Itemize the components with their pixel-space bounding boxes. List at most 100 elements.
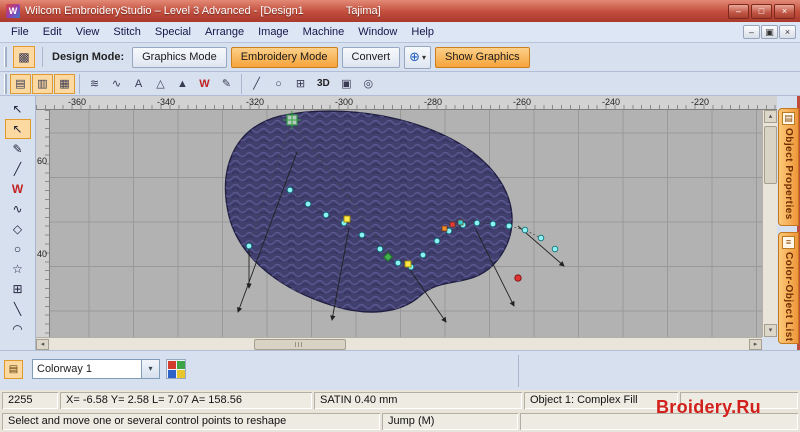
separator <box>79 73 80 94</box>
menu-view[interactable]: View <box>69 24 107 40</box>
application-window: W Wilcom EmbroideryStudio – Level 3 Adva… <box>0 0 800 432</box>
colorway-select[interactable]: Colorway 1 ▾ <box>32 359 160 379</box>
tool-palette: ↖ ↖ ✎ ╱ W ∿ ◇ ○ ☆ ⊞ ╲ ◠ <box>0 96 36 350</box>
digitize-run-icon[interactable]: ▤ <box>10 73 31 94</box>
ruler-tick-label: -360 <box>68 97 87 107</box>
pointer-coordinates: X= -6.58 Y= 2.58 L= 7.07 A= 158.56 <box>60 392 312 409</box>
zigzag-stitch-icon[interactable]: ≋ <box>84 74 105 94</box>
hoop-icon[interactable]: ○ <box>268 74 289 94</box>
menu-file[interactable]: File <box>4 24 36 40</box>
close-button[interactable]: × <box>774 3 795 19</box>
vertical-scroll-thumb[interactable] <box>764 126 777 184</box>
separator <box>241 73 242 94</box>
menu-window[interactable]: Window <box>351 24 404 40</box>
horizontal-scroll-thumb[interactable] <box>254 339 346 350</box>
menu-special[interactable]: Special <box>148 24 198 40</box>
scroll-left-icon[interactable]: ◂ <box>36 339 49 350</box>
menu-help[interactable]: Help <box>404 24 441 40</box>
mesh-tool[interactable]: ⊞ <box>5 279 31 299</box>
design-canvas[interactable] <box>50 110 762 337</box>
grid-toggle-icon[interactable]: ⊞ <box>290 74 311 94</box>
maximize-button[interactable]: □ <box>751 3 772 19</box>
menu-stitch[interactable]: Stitch <box>106 24 148 40</box>
hoop-globe-button[interactable]: ⊕ ▾ <box>404 45 431 69</box>
app-icon: W <box>6 4 20 18</box>
mdi-minimize-button[interactable]: – <box>743 25 760 39</box>
embroidery-mode-button[interactable]: Embroidery Mode <box>230 46 338 68</box>
graphics-mode-button[interactable]: Graphics Mode <box>132 46 227 68</box>
colorway-icon[interactable]: ▤ <box>4 360 23 379</box>
colorway-value: Colorway 1 <box>37 363 93 375</box>
tab-label: Color-Object List <box>783 252 794 342</box>
separator <box>42 47 43 67</box>
selected-object-info: Object 1: Complex Fill <box>524 392 678 409</box>
window-title: Wilcom EmbroideryStudio – Level 3 Advanc… <box>25 5 304 17</box>
design-svg[interactable] <box>50 110 762 337</box>
mdi-close-button[interactable]: × <box>779 25 796 39</box>
vertical-ruler: 60 40 <box>36 110 50 337</box>
run-stitch-icon[interactable]: ∿ <box>106 74 127 94</box>
reshape-tool[interactable]: ↖ <box>4 119 31 139</box>
exit-point-marker[interactable] <box>514 274 522 282</box>
applique-icon[interactable]: ▲ <box>172 74 193 94</box>
stitch-edit-tool[interactable]: ✎ <box>5 139 31 159</box>
stitch-toolbar: ▤ ▥ ▦ ≋ ∿ A △ ▲ W ✎ ╱ ○ ⊞ 3D ▣ ◎ <box>0 72 800 96</box>
tab-color-object-list[interactable]: ≡ Color-Object List <box>778 232 799 344</box>
scroll-down-icon[interactable]: ▾ <box>764 324 777 337</box>
scroll-right-icon[interactable]: ▸ <box>749 339 762 350</box>
horizontal-scrollbar[interactable]: ◂ ▸ <box>36 337 762 350</box>
convert-button[interactable]: Convert <box>341 46 401 68</box>
ruler-tick-label: -220 <box>691 97 710 107</box>
zoom-actual-icon[interactable]: ◎ <box>358 74 379 94</box>
run-tool[interactable]: ∿ <box>5 199 31 219</box>
vertical-scrollbar[interactable]: ▴ ▾ <box>762 110 777 337</box>
arc-tool[interactable]: ◠ <box>5 319 31 339</box>
overview-window-icon[interactable]: ▣ <box>336 74 357 94</box>
measure-icon[interactable]: ╱ <box>246 74 267 94</box>
monogram-icon[interactable]: △ <box>150 74 171 94</box>
hint-message: Select and move one or several control p… <box>2 413 380 430</box>
tab-label: Object Properties <box>783 128 794 220</box>
ruler-tick-label: 40 <box>37 249 48 259</box>
embroidery-object[interactable] <box>224 110 513 313</box>
threed-toggle-button[interactable]: 3D <box>312 78 335 89</box>
freehand-icon[interactable]: ✎ <box>216 74 237 94</box>
chevron-down-icon[interactable]: ▾ <box>141 360 159 378</box>
select-tool[interactable]: ↖ <box>5 99 31 119</box>
stitch-type-info: SATIN 0.40 mm <box>314 392 522 409</box>
stitch-count: 2255 <box>2 392 58 409</box>
properties-icon: ▤ <box>782 112 795 125</box>
menu-image[interactable]: Image <box>251 24 296 40</box>
ruler-tick-label: -320 <box>246 97 265 107</box>
lettering-icon[interactable]: A <box>128 74 149 94</box>
digitize-satin-icon[interactable]: ▥ <box>32 73 53 94</box>
menu-arrange[interactable]: Arrange <box>198 24 251 40</box>
tab-object-properties[interactable]: ▤ Object Properties <box>778 108 799 226</box>
toolbar-grip[interactable] <box>4 47 7 67</box>
insert-stitch-tool[interactable]: ╱ <box>5 159 31 179</box>
title-bar[interactable]: W Wilcom EmbroideryStudio – Level 3 Adva… <box>0 0 800 22</box>
minimize-button[interactable]: – <box>728 3 749 19</box>
lettering-tool[interactable]: W <box>5 179 31 199</box>
machine-function: Jump (M) <box>382 413 518 430</box>
wilcom-w-icon[interactable]: W <box>194 74 215 94</box>
line-tool[interactable]: ╲ <box>5 299 31 319</box>
palette-icon[interactable] <box>166 359 186 379</box>
complex-fill-tool[interactable]: ◇ <box>5 219 31 239</box>
watermark-text: Broidery.Ru <box>656 397 761 417</box>
toolbar-grip[interactable] <box>4 73 7 94</box>
show-graphics-button[interactable]: Show Graphics <box>435 46 530 68</box>
mdi-restore-button[interactable]: ▣ <box>761 25 778 39</box>
digitize-fill-icon[interactable]: ▦ <box>54 73 75 94</box>
separator <box>518 355 519 387</box>
design-mode-toolbar: ▩ Design Mode: Graphics Mode Embroidery … <box>0 43 800 72</box>
chevron-down-icon: ▾ <box>421 52 426 62</box>
ellipse-tool[interactable]: ○ <box>5 239 31 259</box>
menu-edit[interactable]: Edit <box>36 24 69 40</box>
ruler-tick-label: -340 <box>157 97 176 107</box>
scroll-up-icon[interactable]: ▴ <box>764 110 777 123</box>
menu-machine[interactable]: Machine <box>296 24 352 40</box>
globe-icon: ⊕ <box>409 49 420 64</box>
star-tool[interactable]: ☆ <box>5 259 31 279</box>
design-window-icon[interactable]: ▩ <box>13 46 35 68</box>
